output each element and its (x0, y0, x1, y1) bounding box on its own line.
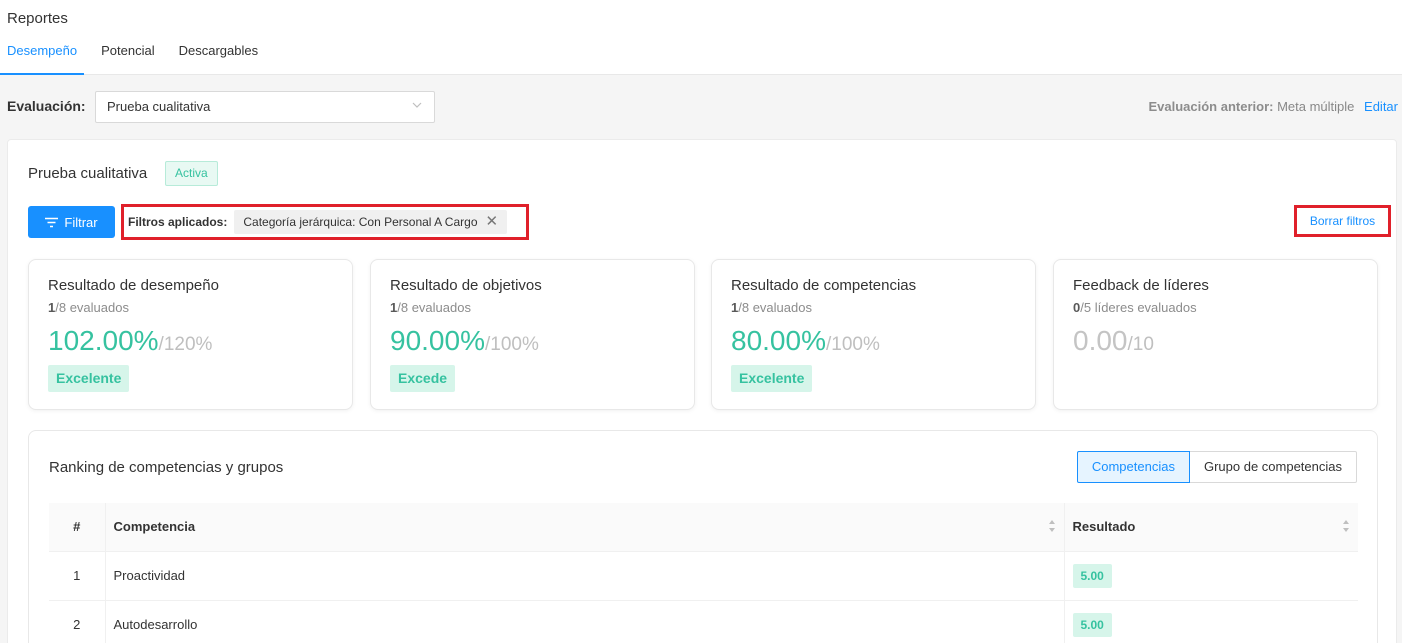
filter-chip: Categoría jerárquica: Con Personal A Car… (234, 210, 508, 234)
metric-subtitle-text: /8 evaluados (397, 300, 471, 315)
row-number: 2 (49, 600, 105, 643)
metric-value-number: 90.00% (390, 325, 485, 356)
close-icon[interactable]: ✕ (486, 210, 499, 234)
row-number: 1 (49, 551, 105, 601)
metric-card-competencias: Resultado de competencias 1/8 evaluados … (711, 259, 1036, 410)
column-competencia[interactable]: Competencia (104, 503, 1064, 552)
filter-chip-label: Categoría jerárquica: Con Personal A Car… (243, 215, 478, 229)
page-title: Reportes (7, 10, 68, 27)
column-resultado-label: Resultado (1072, 519, 1136, 535)
row-competencia: Proactividad (104, 551, 1064, 601)
ranking-table: # Competencia Resultado 1 Proactividad 5… (49, 503, 1358, 643)
tab-descargables[interactable]: Descargables (172, 43, 266, 75)
metric-title: Resultado de competencias (731, 277, 917, 294)
metric-value-number: 0.00 (1073, 325, 1128, 356)
clear-filters-box: Borrar filtros (1294, 205, 1391, 237)
metric-value: 90.00%/100% (390, 325, 675, 361)
metric-subtitle: 1/8 evaluados (731, 300, 1016, 315)
metric-value-number: 102.00% (48, 325, 159, 356)
score-badge: 5.00 (1072, 563, 1112, 588)
metric-card-objetivos: Resultado de objetivos 1/8 evaluados 90.… (370, 259, 695, 410)
evaluation-label: Evaluación: (7, 98, 86, 114)
metric-subtitle-text: /8 evaluados (738, 300, 812, 315)
table-header-row: # Competencia Resultado (49, 503, 1358, 552)
metric-badge: Excede (390, 365, 456, 392)
metric-subtitle-text: /8 evaluados (55, 300, 129, 315)
tab-desempeno[interactable]: Desempeño (0, 43, 85, 75)
filter-button[interactable]: Filtrar (28, 206, 115, 238)
metric-card-desempeno: Resultado de desempeño 1/8 evaluados 102… (28, 259, 353, 410)
metric-subtitle: 0/5 líderes evaluados (1073, 300, 1358, 315)
evaluation-select-value: Prueba cualitativa (107, 99, 211, 114)
metric-value-number: 80.00% (731, 325, 826, 356)
metric-value-max: /100% (484, 334, 539, 355)
metric-card-feedback: Feedback de líderes 0/5 líderes evaluado… (1053, 259, 1378, 410)
column-resultado[interactable]: Resultado (1063, 503, 1358, 552)
score-badge: 5.00 (1072, 612, 1112, 637)
previous-evaluation: Evaluación anterior: Meta múltiple Edita… (1148, 99, 1398, 114)
edit-link[interactable]: Editar (1364, 99, 1398, 114)
metric-title: Resultado de objetivos (390, 277, 542, 294)
table-row: 1 Proactividad 5.00 (49, 551, 1358, 601)
metric-value: 0.00/10 (1073, 325, 1358, 361)
metric-value: 80.00%/100% (731, 325, 1016, 361)
evaluation-select[interactable]: Prueba cualitativa (95, 91, 435, 123)
filter-button-label: Filtrar (64, 214, 98, 230)
metric-value-max: /120% (158, 334, 213, 355)
report-card: Prueba cualitativa Activa Filtrar Filtro… (7, 139, 1397, 643)
column-competencia-label: Competencia (113, 519, 196, 535)
row-resultado: 5.00 (1063, 551, 1358, 601)
applied-filters: Filtros aplicados: Categoría jerárquica:… (121, 204, 529, 240)
report-tabs: Desempeño Potencial Descargables (0, 43, 266, 75)
applied-filters-label: Filtros aplicados: (128, 215, 228, 229)
metric-subtitle: 1/8 evaluados (48, 300, 333, 315)
table-row: 2 Autodesarrollo 5.00 (49, 600, 1358, 643)
metric-value-max: /100% (825, 334, 880, 355)
sort-icon[interactable] (1342, 519, 1350, 533)
metric-title: Resultado de desempeño (48, 277, 219, 294)
previous-evaluation-value: Meta múltiple (1277, 99, 1355, 114)
clear-filters-link[interactable]: Borrar filtros (1310, 214, 1375, 228)
metric-value: 102.00%/120% (48, 325, 333, 361)
metric-title: Feedback de líderes (1073, 277, 1209, 294)
previous-evaluation-label: Evaluación anterior: (1148, 99, 1274, 114)
row-resultado: 5.00 (1063, 600, 1358, 643)
toggle-grupo-competencias[interactable]: Grupo de competencias (1189, 451, 1357, 483)
row-competencia: Autodesarrollo (104, 600, 1064, 643)
ranking-card: Ranking de competencias y grupos Compete… (28, 430, 1378, 643)
status-badge: Activa (165, 161, 218, 186)
metric-value-max: /10 (1127, 334, 1154, 355)
metric-badge: Excelente (48, 365, 130, 392)
metric-badge: Excelente (731, 365, 813, 392)
ranking-toggle: Competencias Grupo de competencias (1076, 451, 1357, 483)
tab-potencial[interactable]: Potencial (94, 43, 161, 75)
card-title: Prueba cualitativa (28, 165, 148, 182)
column-number: # (49, 503, 105, 552)
sort-icon[interactable] (1048, 519, 1056, 533)
chevron-down-icon (412, 102, 422, 108)
metric-subtitle-text: /5 líderes evaluados (1080, 300, 1197, 315)
filter-icon (45, 217, 59, 227)
toggle-competencias[interactable]: Competencias (1076, 451, 1190, 483)
metric-subtitle: 1/8 evaluados (390, 300, 675, 315)
ranking-title: Ranking de competencias y grupos (49, 459, 284, 476)
top-bar: Reportes Desempeño Potencial Descargable… (0, 0, 1402, 75)
